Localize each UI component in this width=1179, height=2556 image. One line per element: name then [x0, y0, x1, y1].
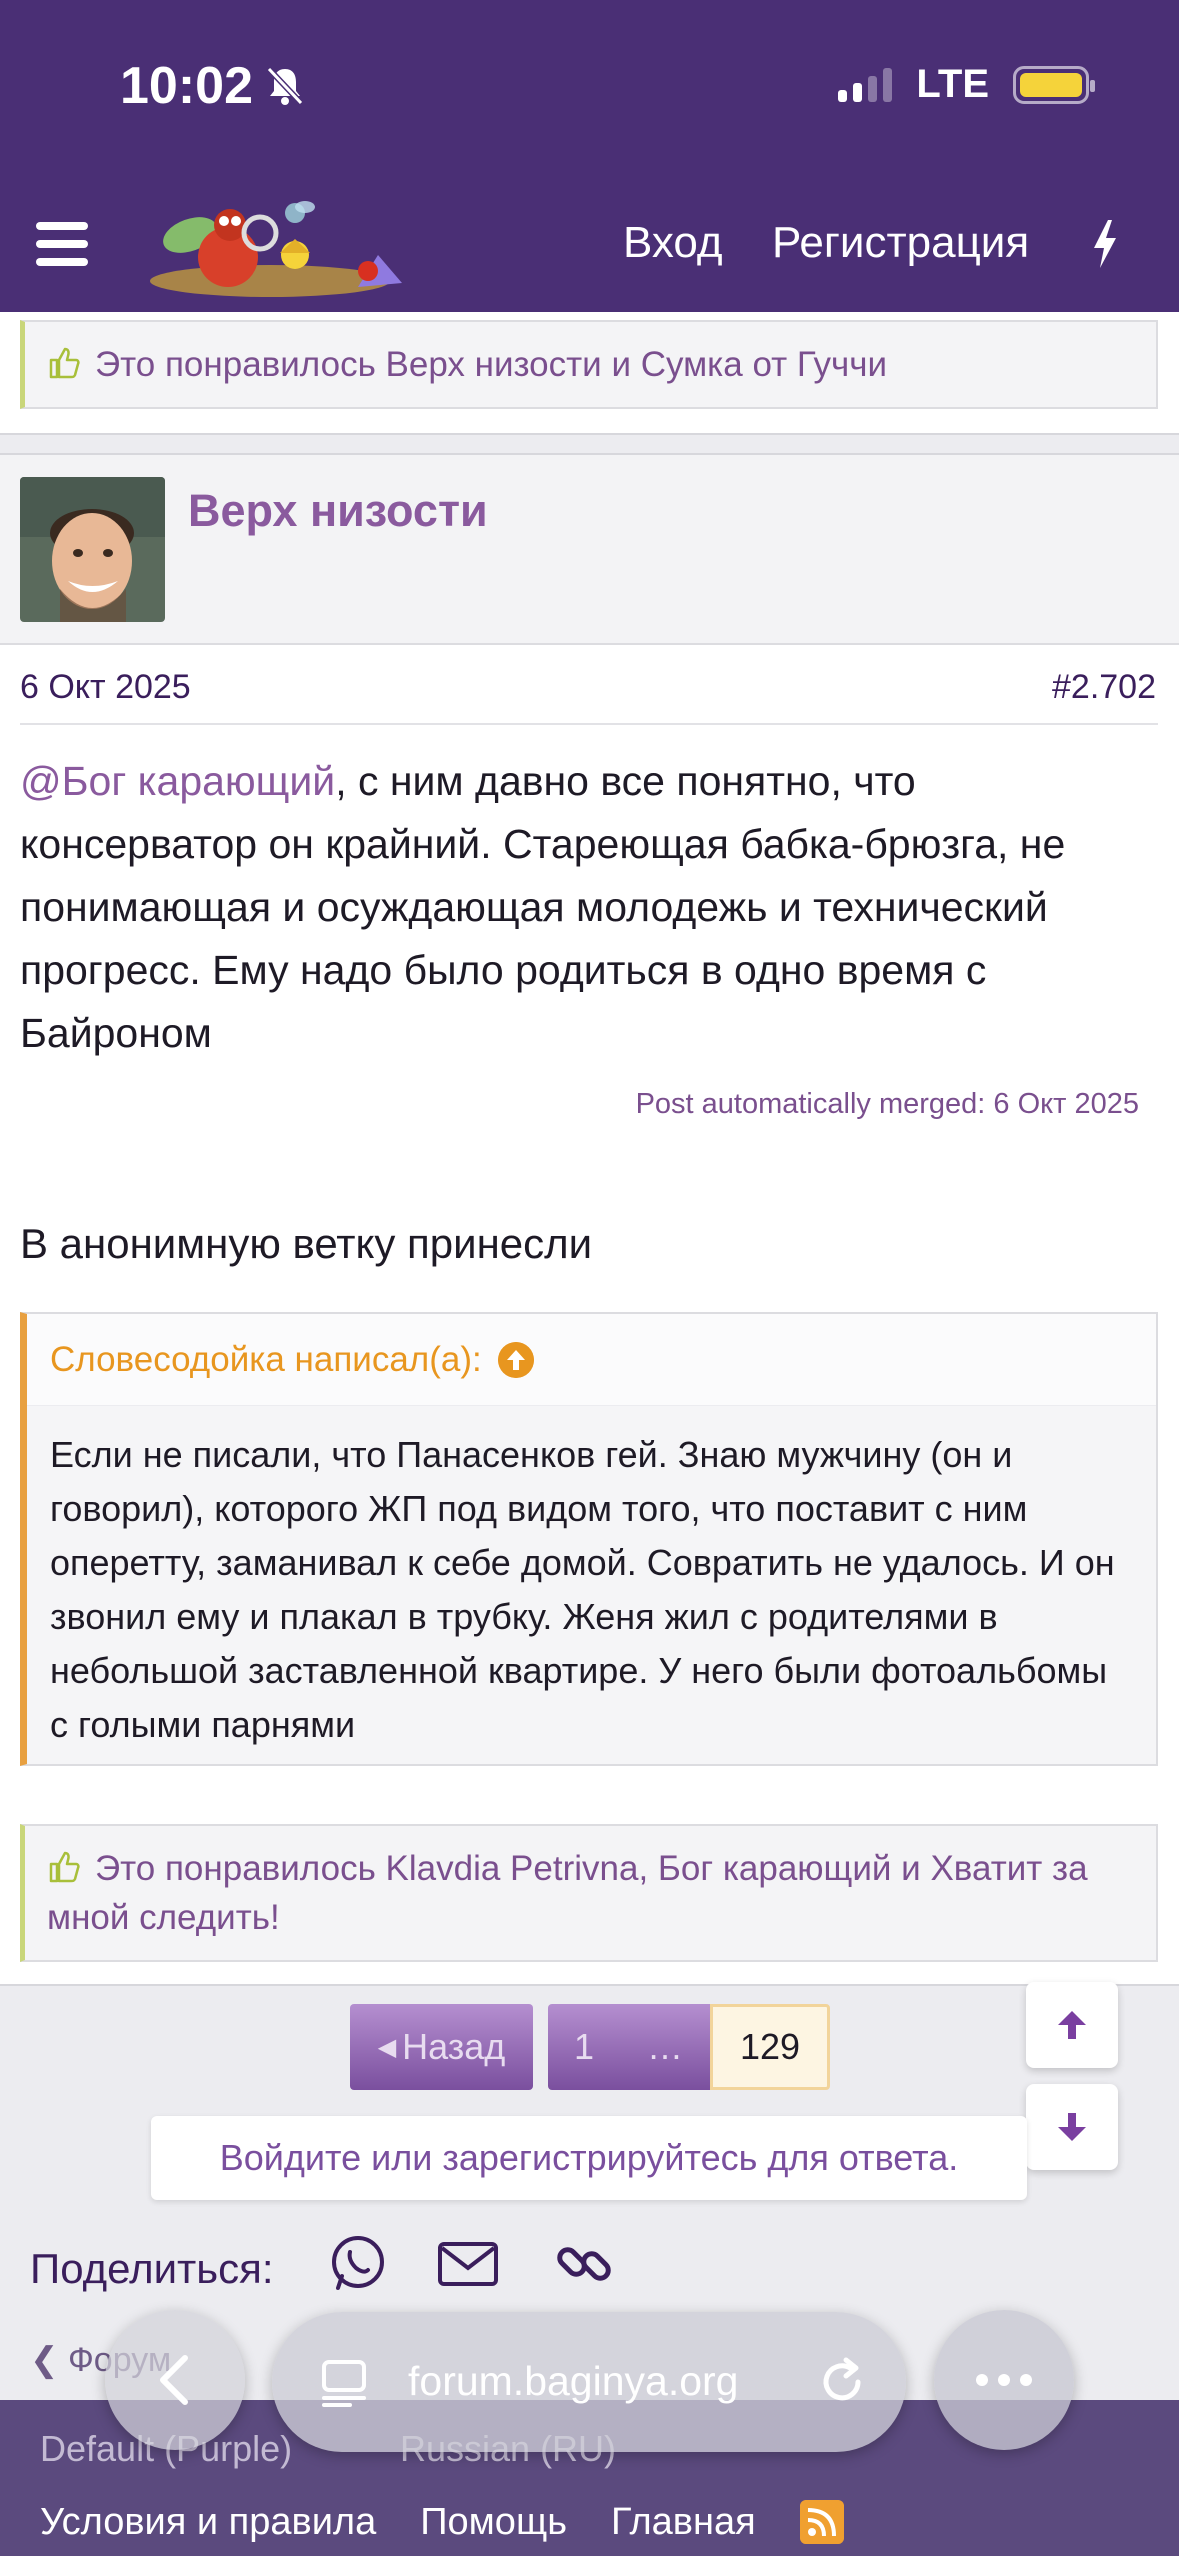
- likes-summary-previous: Это понравилось Верх низости и Сумка от …: [20, 320, 1158, 409]
- post-text-secondary: В анонимную ветку принесли: [20, 1220, 593, 1267]
- arrow-up-icon: [1058, 2011, 1086, 2039]
- share-label: Поделиться:: [30, 2245, 274, 2292]
- status-indicators: LTE: [838, 62, 1095, 107]
- likes-text: Это понравилось Верх низости и Сумка от …: [95, 345, 888, 384]
- user-mention[interactable]: @Бог карающий: [20, 758, 335, 804]
- browser-more-button[interactable]: [934, 2310, 1074, 2450]
- post-separator: [0, 433, 1179, 455]
- quote-header[interactable]: Словесодойка написал(а):: [27, 1314, 1156, 1406]
- battery-icon: [1013, 65, 1095, 104]
- post-number[interactable]: #2.702: [1052, 668, 1156, 707]
- arrow-up-circle-icon[interactable]: [497, 1341, 534, 1378]
- rss-icon[interactable]: [799, 2500, 844, 2544]
- thumbs-up-icon: [49, 1851, 80, 1883]
- register-link[interactable]: Регистрация: [772, 218, 1029, 268]
- quote-text: Если не писали, что Панасенков гей. Знаю…: [50, 1434, 1115, 1745]
- chevron-left-icon: [160, 2355, 188, 2405]
- status-time: 10:02: [120, 56, 305, 116]
- quote-block: Словесодойка написал(а): Если не писали,…: [20, 1312, 1158, 1766]
- network-type: LTE: [916, 62, 989, 106]
- thumbs-up-icon: [49, 347, 80, 379]
- whatsapp-icon[interactable]: [326, 2232, 390, 2296]
- login-link[interactable]: Вход: [623, 218, 723, 268]
- pagination-current-page[interactable]: 129: [710, 2004, 830, 2090]
- site-logo[interactable]: [130, 195, 430, 303]
- footer-links: Условия и правила Помощь Главная: [40, 2500, 844, 2544]
- pagination-page-1[interactable]: 1: [548, 2004, 620, 2090]
- footer-link-terms[interactable]: Условия и правила: [40, 2501, 376, 2544]
- back-label: Назад: [402, 2026, 506, 2067]
- mail-icon[interactable]: [436, 2232, 500, 2296]
- signal-icon: [838, 67, 893, 102]
- lightning-icon[interactable]: [1088, 218, 1122, 270]
- reader-view-icon[interactable]: [320, 2358, 368, 2408]
- likes-text: Это понравилось Klavdia Petrivna, Бог ка…: [47, 1849, 1088, 1937]
- pagination-back-button[interactable]: ◀ Назад: [350, 2004, 533, 2090]
- browser-back-button[interactable]: [105, 2310, 245, 2450]
- post-date[interactable]: 6 Окт 2025: [20, 668, 191, 707]
- post-body: @Бог карающий, с ним давно все понятно, …: [20, 750, 1160, 1065]
- chevron-left-icon: ◀: [377, 2033, 397, 2061]
- arrow-down-icon: [1058, 2113, 1086, 2141]
- bell-muted-icon: [266, 66, 304, 106]
- post-header: Верх низости: [0, 455, 1179, 645]
- quote-author: Словесодойка написал(а):: [50, 1339, 482, 1379]
- avatar[interactable]: [20, 477, 165, 622]
- browser-url[interactable]: forum.baginya.org: [408, 2358, 738, 2405]
- divider: [20, 723, 1158, 725]
- post-author[interactable]: Верх низости: [188, 485, 488, 537]
- merged-note: Post automatically merged: 6 Окт 2025: [635, 1088, 1139, 1120]
- footer-link-help[interactable]: Помощь: [420, 2501, 567, 2544]
- scroll-up-button[interactable]: [1026, 1982, 1118, 2068]
- footer-link-home[interactable]: Главная: [611, 2501, 756, 2544]
- likes-summary: Это понравилось Klavdia Petrivna, Бог ка…: [20, 1824, 1158, 1962]
- chevron-left-icon: ❮: [30, 2341, 59, 2379]
- clock: 10:02: [120, 57, 253, 115]
- menu-icon[interactable]: [36, 222, 88, 266]
- pagination-ellipsis[interactable]: …: [620, 2004, 710, 2090]
- scroll-down-button[interactable]: [1026, 2084, 1118, 2170]
- login-to-reply-button[interactable]: Войдите или зарегистрируйтесь для ответа…: [151, 2116, 1027, 2200]
- link-icon[interactable]: [552, 2232, 616, 2296]
- reload-icon[interactable]: [816, 2356, 868, 2408]
